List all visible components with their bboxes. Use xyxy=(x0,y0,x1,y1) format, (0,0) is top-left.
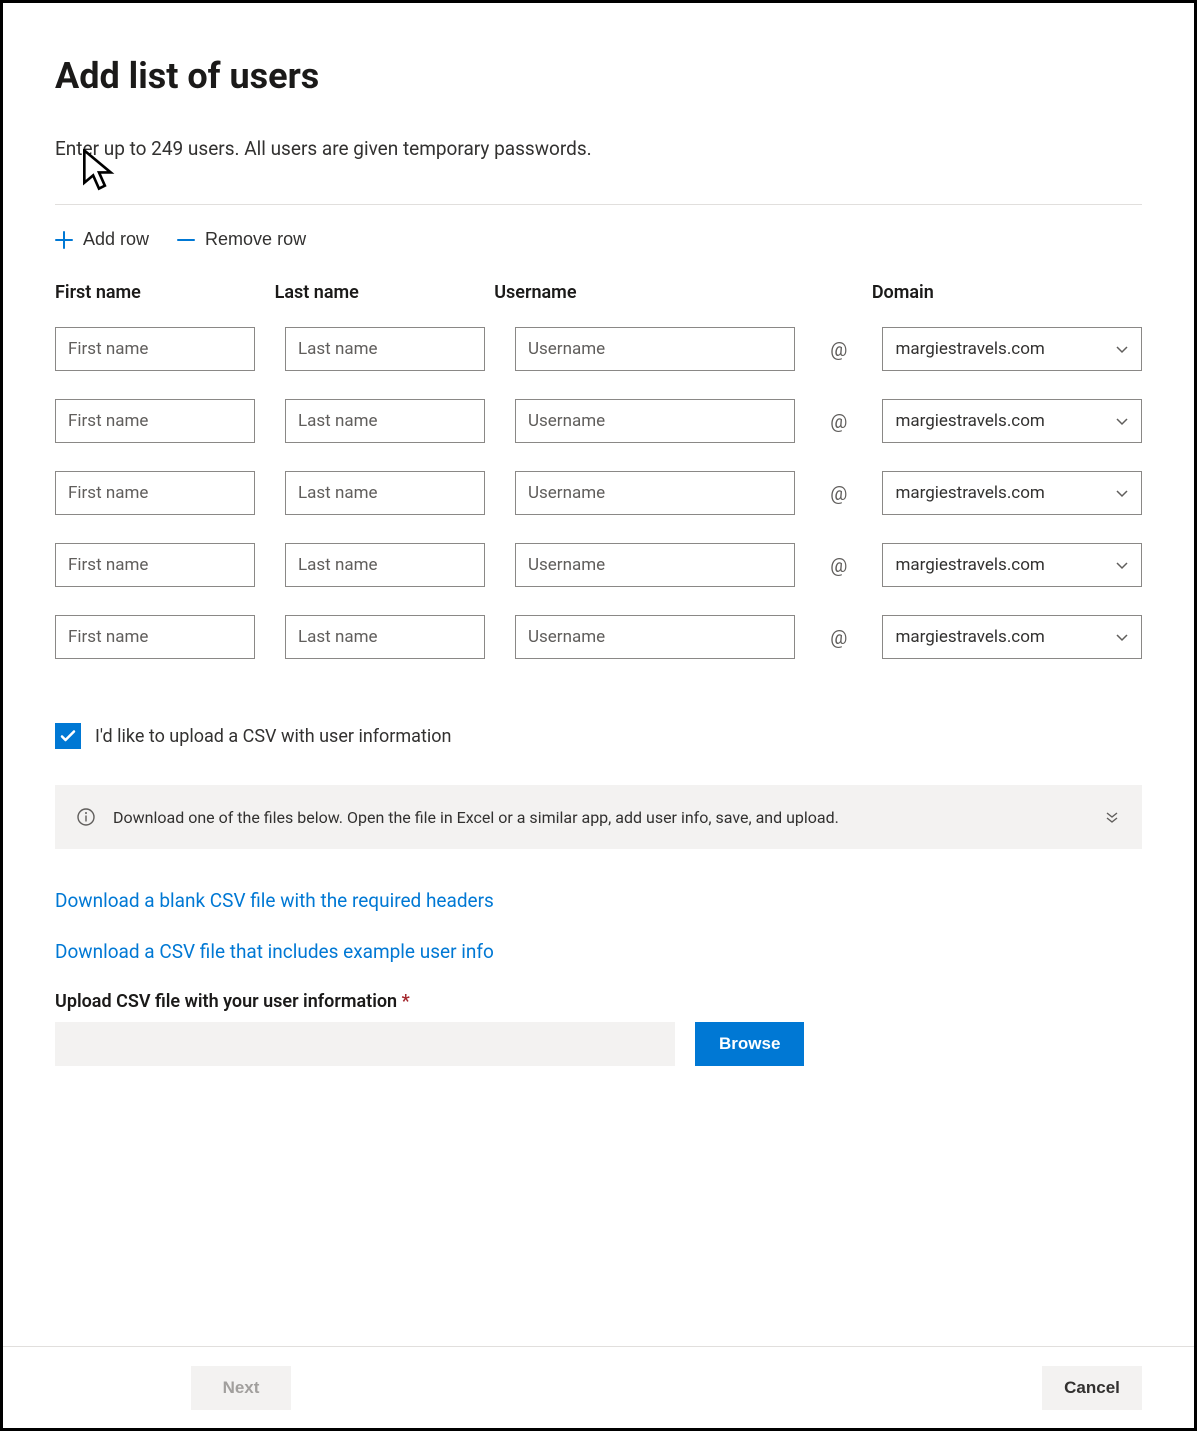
minus-icon xyxy=(177,231,195,249)
chevron-down-double-icon xyxy=(1104,809,1120,825)
domain-select-value: margiestravels.com xyxy=(895,483,1044,503)
table-row: @ margiestravels.com xyxy=(55,327,1142,371)
domain-select[interactable]: margiestravels.com xyxy=(882,471,1142,515)
username-field[interactable] xyxy=(515,543,795,587)
last-name-field[interactable] xyxy=(285,543,485,587)
add-row-button[interactable]: Add row xyxy=(55,225,149,254)
grid-headers: First name Last name Username @ Domain xyxy=(55,282,1142,303)
chevron-down-icon xyxy=(1115,486,1129,500)
domain-select-value: margiestravels.com xyxy=(895,555,1044,575)
chevron-down-icon xyxy=(1115,342,1129,356)
first-name-field[interactable] xyxy=(55,543,255,587)
domain-select-value: margiestravels.com xyxy=(895,627,1044,647)
upload-csv-label-text: Upload CSV file with your user informati… xyxy=(55,991,1142,1012)
remove-row-label: Remove row xyxy=(205,229,306,250)
column-header-last-name: Last name xyxy=(275,282,465,303)
last-name-field[interactable] xyxy=(285,327,485,371)
username-field[interactable] xyxy=(515,471,795,515)
info-banner-text: Download one of the files below. Open th… xyxy=(113,808,1086,827)
column-header-first-name: First name xyxy=(55,282,245,303)
page-subtitle: Enter up to 249 users. All users are giv… xyxy=(55,137,1142,160)
domain-select-value: margiestravels.com xyxy=(895,339,1044,359)
column-header-username: Username xyxy=(494,282,783,303)
column-header-domain: Domain xyxy=(872,282,1142,303)
download-blank-csv-link[interactable]: Download a blank CSV file with the requi… xyxy=(55,889,1142,912)
first-name-field[interactable] xyxy=(55,327,255,371)
upload-csv-checkbox[interactable] xyxy=(55,723,81,749)
first-name-field[interactable] xyxy=(55,399,255,443)
plus-icon xyxy=(55,231,73,249)
last-name-field[interactable] xyxy=(285,615,485,659)
domain-select-value: margiestravels.com xyxy=(895,411,1044,431)
table-row: @ margiestravels.com xyxy=(55,399,1142,443)
required-indicator: * xyxy=(402,991,410,1012)
chevron-down-icon xyxy=(1115,630,1129,644)
chevron-down-icon xyxy=(1115,558,1129,572)
domain-select[interactable]: margiestravels.com xyxy=(882,327,1142,371)
add-row-label: Add row xyxy=(83,229,149,250)
table-row: @ margiestravels.com xyxy=(55,615,1142,659)
domain-select[interactable]: margiestravels.com xyxy=(882,615,1142,659)
table-row: @ margiestravels.com xyxy=(55,471,1142,515)
first-name-field[interactable] xyxy=(55,471,255,515)
username-field[interactable] xyxy=(515,399,795,443)
table-row: @ margiestravels.com xyxy=(55,543,1142,587)
info-icon xyxy=(77,808,95,826)
footer: Next Cancel xyxy=(3,1346,1194,1428)
username-field[interactable] xyxy=(515,615,795,659)
divider xyxy=(55,204,1142,205)
first-name-field[interactable] xyxy=(55,615,255,659)
username-field[interactable] xyxy=(515,327,795,371)
at-symbol: @ xyxy=(825,338,852,361)
page-title: Add list of users xyxy=(55,55,1142,97)
at-symbol: @ xyxy=(825,482,852,505)
domain-select[interactable]: margiestravels.com xyxy=(882,543,1142,587)
last-name-field[interactable] xyxy=(285,399,485,443)
remove-row-button[interactable]: Remove row xyxy=(177,225,306,254)
browse-button[interactable]: Browse xyxy=(695,1022,804,1066)
download-example-csv-link[interactable]: Download a CSV file that includes exampl… xyxy=(55,940,1142,963)
at-symbol: @ xyxy=(825,554,852,577)
checkmark-icon xyxy=(59,727,77,745)
at-symbol: @ xyxy=(825,626,852,649)
user-rows: @ margiestravels.com @ margiestravels.co… xyxy=(55,327,1142,659)
last-name-field[interactable] xyxy=(285,471,485,515)
csv-file-field[interactable] xyxy=(55,1022,675,1066)
at-symbol: @ xyxy=(825,410,852,433)
domain-select[interactable]: margiestravels.com xyxy=(882,399,1142,443)
next-button[interactable]: Next xyxy=(191,1366,291,1410)
cancel-button[interactable]: Cancel xyxy=(1042,1366,1142,1410)
upload-csv-label: I'd like to upload a CSV with user infor… xyxy=(95,726,451,747)
chevron-down-icon xyxy=(1115,414,1129,428)
info-banner[interactable]: Download one of the files below. Open th… xyxy=(55,785,1142,849)
